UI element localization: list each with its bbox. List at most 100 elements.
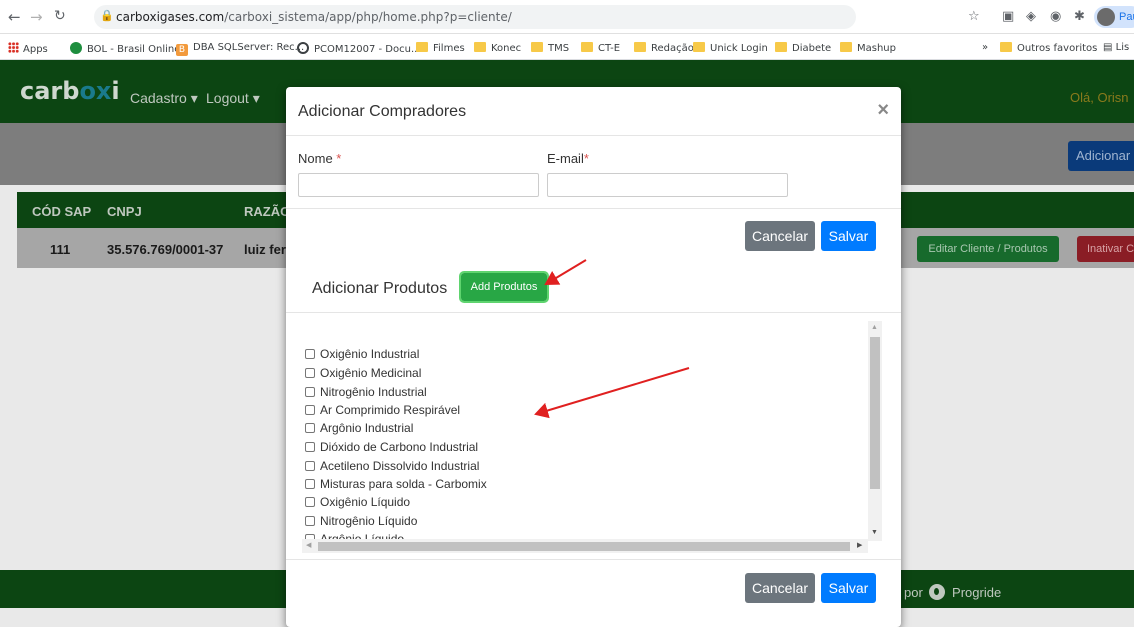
add-products-button[interactable]: Add Produtos (459, 271, 549, 303)
user-greeting: Olá, Orisn (1070, 90, 1129, 105)
logo: carboxi (20, 77, 120, 105)
back-icon[interactable]: ← (8, 8, 21, 26)
scrollbar-thumb[interactable] (318, 542, 850, 551)
save-button[interactable]: Salvar (821, 221, 876, 251)
bookmarks-overflow[interactable]: » (982, 42, 988, 53)
checkbox[interactable] (305, 368, 315, 378)
circle-icon (297, 42, 309, 54)
scroll-down-icon[interactable]: ▼ (871, 529, 878, 536)
bol-icon (70, 42, 82, 54)
bookmark-item[interactable]: B DBA SQLServer: Rec... (176, 42, 304, 56)
blogger-icon: B (176, 44, 188, 56)
profile-name[interactable]: Pau (1119, 11, 1134, 23)
scrollbar-thumb[interactable] (870, 337, 880, 489)
folder-icon (775, 42, 787, 52)
puzzle-icon[interactable]: ✱ (1074, 9, 1085, 24)
checkbox[interactable] (305, 442, 315, 452)
product-checkbox-item[interactable]: Dióxido de Carbono Industrial (305, 440, 478, 454)
product-checkbox-item[interactable]: Ar Comprimido Respirável (305, 403, 460, 417)
inactivate-client-button[interactable]: Inativar C (1077, 236, 1134, 262)
bookmark-item[interactable]: PCOM12007 - Docu... (297, 42, 420, 55)
product-checkbox-item[interactable]: Misturas para solda - Carbomix (305, 477, 487, 491)
reading-list[interactable]: ▤ Lis (1103, 42, 1129, 53)
checkbox[interactable] (305, 349, 315, 359)
scroll-up-icon[interactable]: ▲ (871, 324, 878, 331)
divider (286, 208, 901, 209)
cell-cnpj: 35.576.769/0001-37 (107, 242, 224, 257)
name-input[interactable] (298, 173, 539, 197)
bookmarks-bar: Apps BOL - Brasil Online B DBA SQLServer:… (0, 34, 1134, 60)
folder-icon (634, 42, 646, 52)
url-text[interactable]: carboxigases.com/carboxi_sistema/app/php… (116, 10, 512, 24)
folder-icon (531, 42, 543, 52)
checkbox[interactable] (305, 423, 315, 433)
folder-icon (474, 42, 486, 52)
vertical-scrollbar[interactable]: ▲ ▼ (868, 321, 882, 541)
column-cod-sap: CÓD SAP (32, 204, 92, 219)
bookmark-item[interactable]: Unick Login (693, 42, 768, 54)
checkbox[interactable] (305, 516, 315, 526)
edit-client-button[interactable]: Editar Cliente / Produtos (917, 236, 1059, 262)
bookmark-item[interactable]: BOL - Brasil Online (70, 42, 180, 55)
forward-icon[interactable]: → (30, 8, 43, 26)
email-input[interactable] (547, 173, 788, 197)
folder-icon (840, 42, 852, 52)
product-checkbox-item[interactable]: Nitrogênio Líquido (305, 514, 417, 528)
avatar[interactable] (1097, 8, 1115, 26)
products-list[interactable]: Oxigênio Industrial Oxigênio Medicinal N… (302, 321, 882, 553)
modal-title: Adicionar Compradores (298, 103, 467, 120)
product-checkbox-item[interactable]: Oxigênio Líquido (305, 495, 410, 509)
product-checkbox-item[interactable]: Oxigênio Medicinal (305, 366, 421, 380)
cancel-button[interactable]: Cancelar (745, 573, 815, 603)
bookmark-item[interactable]: Redação (634, 42, 694, 54)
checkbox[interactable] (305, 461, 315, 471)
bookmark-item[interactable]: Konec (474, 42, 521, 54)
lock-icon[interactable]: 🔒 (100, 9, 114, 22)
menu-cadastro[interactable]: Cadastro ▾ (130, 90, 198, 107)
close-icon[interactable]: × (877, 99, 889, 122)
product-checkbox-item[interactable]: Nitrogênio Industrial (305, 385, 427, 399)
divider (286, 135, 901, 136)
scroll-left-icon[interactable]: ◀ (306, 541, 311, 549)
checkbox[interactable] (305, 405, 315, 415)
product-checkbox-item[interactable]: Acetileno Dissolvido Industrial (305, 459, 479, 473)
extension-icon[interactable]: ▣ (1002, 9, 1014, 24)
scroll-right-icon[interactable]: ▶ (857, 541, 862, 549)
product-checkbox-item[interactable]: Oxigênio Industrial (305, 347, 419, 361)
extension-icon[interactable]: ◈ (1026, 9, 1036, 24)
folder-icon (1000, 42, 1012, 52)
name-label: Nome * (298, 151, 342, 166)
bookmark-apps[interactable]: Apps (8, 42, 48, 55)
other-bookmarks[interactable]: Outros favoritos (1000, 42, 1097, 54)
cancel-button[interactable]: Cancelar (745, 221, 815, 251)
extension-icon[interactable]: ◉ (1050, 9, 1061, 24)
folder-icon (416, 42, 428, 52)
apps-grid-icon (8, 42, 19, 53)
checkbox[interactable] (305, 387, 315, 397)
browser-toolbar: ← → ↻ 🔒 carboxigases.com/carboxi_sistema… (0, 0, 1134, 34)
bookmark-item[interactable]: Diabete (775, 42, 831, 54)
divider (286, 312, 901, 313)
add-buyers-modal: Adicionar Compradores × Nome * E-mail* C… (286, 87, 901, 627)
bookmark-item[interactable]: Mashup (840, 42, 896, 54)
column-cnpj: CNPJ (107, 204, 142, 219)
cell-razao: luiz fer (244, 242, 286, 257)
reload-icon[interactable]: ↻ (54, 8, 66, 24)
star-icon[interactable]: ☆ (968, 9, 980, 24)
menu-logout[interactable]: Logout ▾ (206, 90, 260, 107)
folder-icon (693, 42, 705, 52)
folder-icon (581, 42, 593, 52)
checkbox[interactable] (305, 497, 315, 507)
save-button[interactable]: Salvar (821, 573, 876, 603)
cell-cod-sap: 111 (50, 242, 71, 257)
checkbox[interactable] (305, 479, 315, 489)
column-razao: RAZÃO (244, 204, 291, 219)
bookmark-item[interactable]: Filmes (416, 42, 465, 54)
horizontal-scrollbar[interactable]: ◀ ▶ (302, 539, 868, 553)
divider (286, 559, 901, 560)
progride-logo-icon (929, 584, 946, 600)
bookmark-item[interactable]: CT-E (581, 42, 620, 54)
add-client-button[interactable]: Adicionar C (1068, 141, 1134, 171)
bookmark-item[interactable]: TMS (531, 42, 569, 54)
product-checkbox-item[interactable]: Argônio Industrial (305, 421, 413, 435)
